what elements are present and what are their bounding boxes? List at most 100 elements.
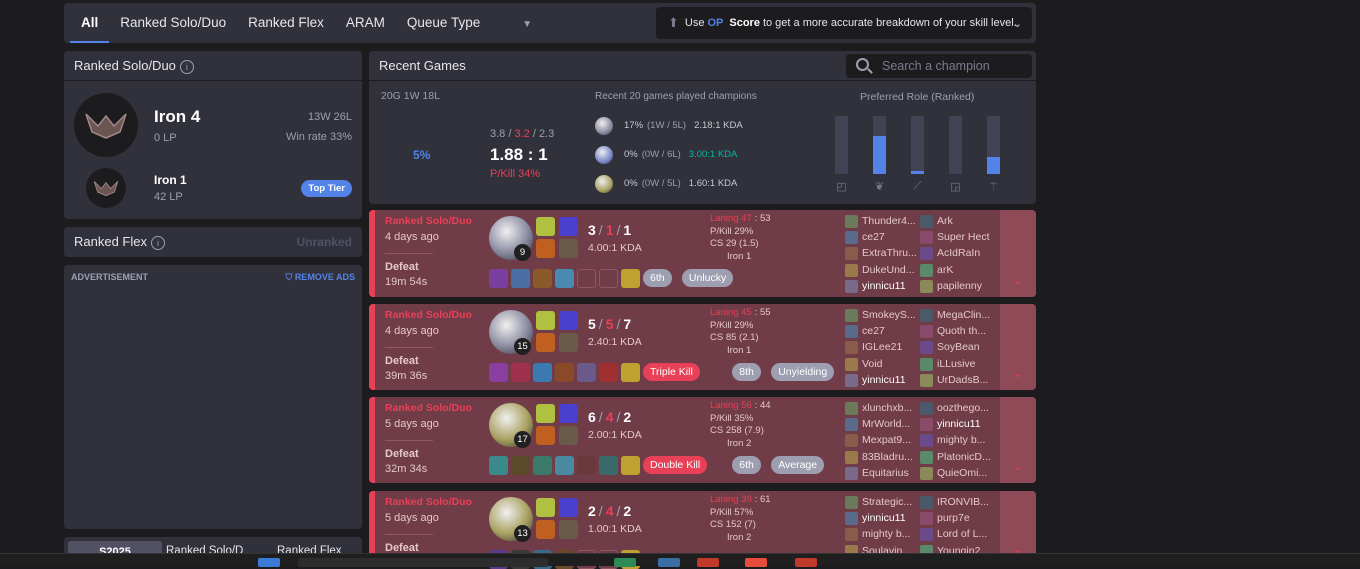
chevron-down-icon[interactable]: ⌄: [1013, 17, 1022, 30]
player-entry[interactable]: DukeUnd...: [845, 262, 919, 278]
rune-icon[interactable]: [559, 520, 578, 539]
match-row[interactable]: Ranked Solo/Duo 5 days ago Defeat 32m 34s 17…: [369, 397, 1036, 483]
player-entry[interactable]: AcIdRaIn: [920, 245, 994, 261]
item-icon[interactable]: [599, 363, 618, 382]
player-entry[interactable]: Thunder4...: [845, 213, 919, 229]
info-icon[interactable]: i: [179, 59, 194, 74]
tab-ranked-solo[interactable]: Ranked Solo/Duo: [109, 3, 237, 43]
item-icon[interactable]: [555, 456, 574, 475]
summoner-spell-icon[interactable]: [536, 217, 555, 236]
player-entry[interactable]: Equitarius: [845, 465, 919, 481]
info-icon[interactable]: i: [150, 235, 165, 250]
player-entry[interactable]: Quoth th...: [920, 323, 994, 339]
player-entry[interactable]: oozthego...: [920, 400, 994, 416]
summoner-spell-icon[interactable]: [536, 333, 555, 352]
player-entry[interactable]: ce27: [845, 323, 919, 339]
item-icon[interactable]: [599, 456, 618, 475]
player-entry[interactable]: MrWorld...: [845, 416, 919, 432]
match-row[interactable]: Ranked Solo/Duo 4 days ago Defeat 39m 36s 15…: [369, 304, 1036, 390]
rune-icon[interactable]: [559, 239, 578, 258]
player-entry[interactable]: MegaClin...: [920, 307, 994, 323]
player-entry[interactable]: yinnicu11: [845, 278, 919, 294]
summoner-spell-icon[interactable]: [536, 426, 555, 445]
item-icon[interactable]: [533, 456, 552, 475]
player-entry[interactable]: SoyBean: [920, 339, 994, 355]
rune-icon[interactable]: [559, 498, 578, 517]
summoner-spell-icon[interactable]: [536, 498, 555, 517]
item-icon[interactable]: [489, 456, 508, 475]
tab-aram[interactable]: ARAM: [335, 3, 396, 43]
player-entry[interactable]: ExtraThru...: [845, 245, 919, 261]
kda-line: 6/4/2: [588, 409, 631, 425]
item-icon[interactable]: [577, 456, 596, 475]
player-entry[interactable]: Strategic...: [845, 494, 919, 510]
support-icon: ⚚: [988, 181, 999, 193]
player-name: UrDadsB...: [937, 373, 989, 386]
player-entry[interactable]: yinnicu11: [920, 416, 994, 432]
summoner-spell-icon[interactable]: [536, 239, 555, 258]
op-score-banner[interactable]: ⬆ Use OP Score to get a more accurate br…: [656, 7, 1032, 39]
lane-stats: Laning 56: 44 P/Kill 35% CS 258 (7.9) Iron …: [710, 400, 771, 450]
item-icon[interactable]: [511, 269, 530, 288]
match-row[interactable]: Ranked Solo/Duo 4 days ago Defeat 19m 54s 9 3…: [369, 210, 1036, 297]
player-entry[interactable]: xlunchxb...: [845, 400, 919, 416]
item-icon[interactable]: [555, 363, 574, 382]
expand-button[interactable]: ⌄: [1000, 210, 1036, 297]
rune-icon[interactable]: [559, 426, 578, 445]
player-entry[interactable]: mighty b...: [845, 526, 919, 542]
champion-icon: [920, 496, 933, 509]
player-entry[interactable]: QuieOmi...: [920, 465, 994, 481]
player-entry[interactable]: mighty b...: [920, 432, 994, 448]
expand-button[interactable]: ⌄: [1000, 397, 1036, 483]
player-entry[interactable]: IGLee21: [845, 339, 919, 355]
player-entry[interactable]: ce27: [845, 229, 919, 245]
player-entry[interactable]: papilenny: [920, 278, 994, 294]
laning-value: Laning 47: [710, 213, 752, 224]
player-entry[interactable]: SmokeyS...: [845, 307, 919, 323]
player-entry[interactable]: Super Hect: [920, 229, 994, 245]
player-entry[interactable]: arK: [920, 262, 994, 278]
item-icon[interactable]: [621, 363, 640, 382]
player-entry[interactable]: Lord of L...: [920, 526, 994, 542]
player-entry[interactable]: UrDadsB...: [920, 372, 994, 388]
summoner-spell-icon[interactable]: [536, 311, 555, 330]
tab-ranked-flex[interactable]: Ranked Flex: [237, 3, 335, 43]
item-icon[interactable]: [599, 269, 618, 288]
item-icon[interactable]: [555, 269, 574, 288]
summoner-spell-icon[interactable]: [536, 520, 555, 539]
rune-icon[interactable]: [559, 333, 578, 352]
player-name: mighty b...: [862, 528, 911, 541]
player-entry[interactable]: yinnicu11: [845, 510, 919, 526]
item-icon[interactable]: [489, 363, 508, 382]
item-icon[interactable]: [511, 363, 530, 382]
player-entry[interactable]: PlatonicD...: [920, 449, 994, 465]
item-icon[interactable]: [533, 269, 552, 288]
summoner-spell-icon[interactable]: [536, 404, 555, 423]
time-ago: 4 days ago: [385, 325, 439, 337]
item-icon[interactable]: [577, 269, 596, 288]
rune-icon[interactable]: [559, 311, 578, 330]
item-icon[interactable]: [533, 363, 552, 382]
item-icon[interactable]: [577, 363, 596, 382]
player-entry[interactable]: Void: [845, 356, 919, 372]
rune-icon[interactable]: [559, 404, 578, 423]
player-entry[interactable]: Ark: [920, 213, 994, 229]
item-icon[interactable]: [489, 269, 508, 288]
queue-type-select[interactable]: Queue Type ▼: [396, 3, 543, 43]
item-icon[interactable]: [621, 269, 640, 288]
item-icon[interactable]: [511, 456, 530, 475]
item-icon[interactable]: [621, 456, 640, 475]
player-entry[interactable]: purp7e: [920, 510, 994, 526]
player-entry[interactable]: Mexpat9...: [845, 432, 919, 448]
champion-icon: [920, 247, 933, 261]
player-entry[interactable]: IRONVIB...: [920, 494, 994, 510]
player-entry[interactable]: 83Bladru...: [845, 449, 919, 465]
champion-search-input[interactable]: Search a champion: [846, 54, 1032, 78]
tab-all[interactable]: All: [70, 3, 110, 43]
rune-icon[interactable]: [559, 217, 578, 236]
game-duration: 32m 34s: [385, 463, 428, 475]
expand-button[interactable]: ⌄: [1000, 304, 1036, 390]
player-entry[interactable]: yinnicu11: [845, 372, 919, 388]
player-entry[interactable]: iLLusive: [920, 356, 994, 372]
remove-ads-link[interactable]: ⛉ REMOVE ADS: [286, 272, 355, 283]
